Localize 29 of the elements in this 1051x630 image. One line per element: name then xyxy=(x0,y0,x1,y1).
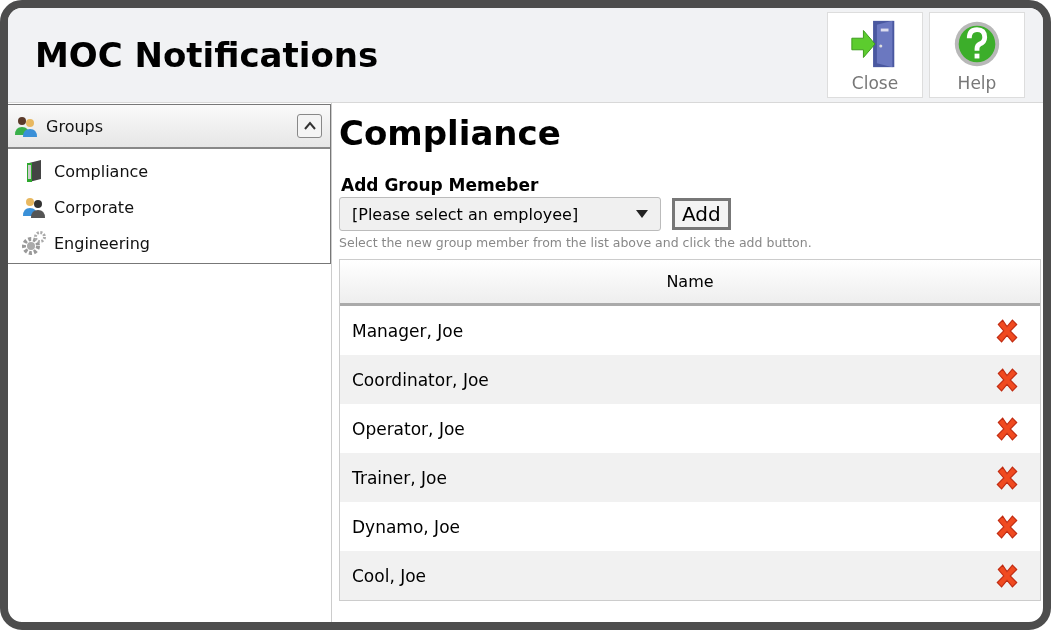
group-item[interactable]: Compliance xyxy=(8,153,330,189)
help-button[interactable]: Help xyxy=(929,12,1025,98)
window-title: MOC Notifications xyxy=(35,35,379,75)
table-cell: Manager, Joe xyxy=(352,320,464,341)
add-member-label: Add Group Memeber xyxy=(341,175,540,195)
people-icon xyxy=(22,195,46,219)
table-cell: Trainer, Joe xyxy=(352,467,447,488)
gears-icon xyxy=(22,231,46,255)
table-cell: Dynamo, Joe xyxy=(352,516,460,537)
delete-icon[interactable] xyxy=(994,366,1020,393)
groups-title: Groups xyxy=(46,116,105,136)
group-item[interactable]: Engineering xyxy=(8,225,330,261)
delete-icon[interactable] xyxy=(994,513,1020,540)
collapse-button[interactable] xyxy=(297,114,322,138)
table-cell: Operator, Joe xyxy=(352,418,465,439)
delete-icon[interactable] xyxy=(994,415,1020,442)
group-item[interactable]: Corporate xyxy=(8,189,330,225)
employee-dropdown[interactable]: [Please select an employee] xyxy=(339,197,661,231)
delete-icon[interactable] xyxy=(994,464,1020,491)
people-icon xyxy=(14,115,38,137)
group-heading: Compliance xyxy=(339,113,562,153)
table-cell: Cool, Joe xyxy=(352,565,427,586)
dropdown-caret-icon xyxy=(636,210,648,218)
close-button[interactable]: Close xyxy=(827,12,923,98)
table-cell: Coordinator, Joe xyxy=(352,369,489,390)
add-button[interactable]: Add xyxy=(672,198,731,230)
hint-text: Select the new group member from the list above and click the add button. xyxy=(339,235,813,250)
delete-icon[interactable] xyxy=(994,562,1020,589)
delete-icon[interactable] xyxy=(994,317,1020,344)
